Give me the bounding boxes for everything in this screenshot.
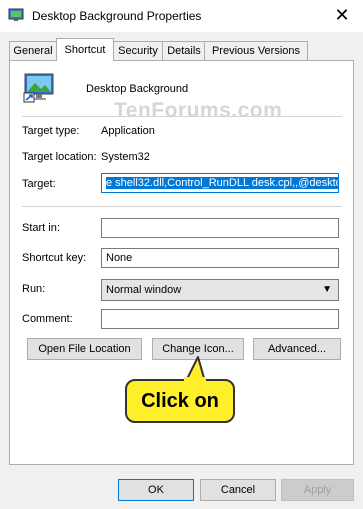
run-label: Run: — [22, 283, 46, 295]
target-location-label: Target location: — [22, 151, 97, 163]
target-type-label: Target type: — [22, 125, 80, 137]
callout-pointer-joint — [184, 377, 206, 383]
tab-shortcut[interactable]: Shortcut — [56, 38, 114, 61]
target-type-value: Application — [101, 125, 155, 137]
apply-button[interactable]: Apply — [281, 479, 354, 501]
ok-button[interactable]: OK — [118, 479, 194, 501]
run-select[interactable]: Normal window ▼ — [101, 279, 339, 301]
comment-label: Comment: — [22, 313, 73, 325]
divider — [22, 206, 342, 207]
window-title: Desktop Background Properties — [32, 9, 202, 23]
callout-label: Click on — [125, 379, 235, 423]
target-field[interactable]: e shell32.dll,Control_RunDLL desk.cpl,,@… — [101, 173, 339, 193]
comment-field[interactable] — [101, 309, 339, 329]
start-in-label: Start in: — [22, 222, 60, 234]
start-in-field[interactable] — [101, 218, 339, 238]
tab-strip: General Shortcut Security Details Previo… — [9, 38, 354, 61]
shortcut-key-field[interactable]: None — [101, 248, 339, 268]
shortcut-name: Desktop Background — [86, 83, 189, 95]
target-location-value: System32 — [101, 151, 150, 163]
advanced-button[interactable]: Advanced... — [253, 338, 341, 360]
watermark-logo: TenForums.com — [114, 99, 283, 122]
cancel-button[interactable]: Cancel — [200, 479, 276, 501]
run-select-value: Normal window — [106, 284, 182, 296]
shortcut-key-label: Shortcut key: — [22, 252, 87, 264]
tab-security[interactable]: Security — [112, 41, 164, 60]
desktop-background-icon — [23, 73, 54, 103]
target-field-text: e shell32.dll,Control_RunDLL desk.cpl,,@… — [106, 177, 338, 189]
target-label: Target: — [22, 178, 56, 190]
tab-details[interactable]: Details — [162, 41, 206, 60]
chevron-down-icon: ▼ — [322, 284, 332, 295]
title-bar: Desktop Background Properties ✕ — [0, 0, 363, 32]
open-file-location-button[interactable]: Open File Location — [27, 338, 142, 360]
tab-previous-versions[interactable]: Previous Versions — [204, 41, 308, 60]
divider — [22, 116, 342, 117]
close-icon[interactable]: ✕ — [331, 4, 353, 26]
shortcut-app-icon — [8, 8, 24, 21]
tab-general[interactable]: General — [9, 41, 57, 60]
